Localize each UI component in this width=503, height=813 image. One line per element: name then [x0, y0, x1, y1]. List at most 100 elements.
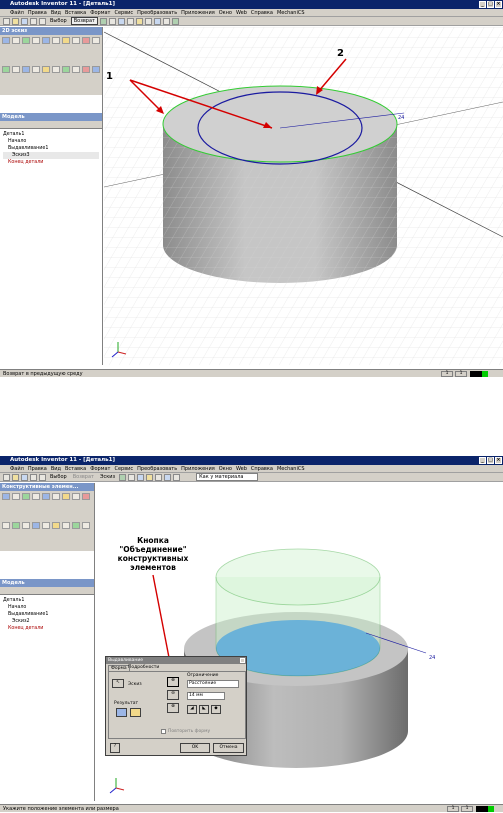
thread-icon[interactable]: [82, 493, 90, 500]
rib-icon[interactable]: [42, 493, 50, 500]
maximize-button[interactable]: □: [487, 457, 494, 464]
undo-icon[interactable]: [30, 473, 37, 481]
constraint-icon[interactable]: [52, 66, 60, 73]
pan-icon[interactable]: [128, 473, 136, 481]
circle-icon[interactable]: [22, 37, 30, 44]
hole-icon[interactable]: [22, 493, 30, 500]
camera-icon[interactable]: [173, 473, 181, 481]
maximize-button[interactable]: □: [487, 1, 494, 8]
sketch-icon[interactable]: [99, 17, 107, 25]
insert-image-icon[interactable]: [82, 66, 90, 73]
return-button[interactable]: Возврат: [70, 17, 98, 25]
offset-icon[interactable]: [92, 37, 100, 44]
tree-item[interactable]: Деталь1: [3, 131, 99, 138]
rotate-icon[interactable]: [137, 473, 145, 481]
tree-item[interactable]: Конец детали: [3, 159, 99, 166]
shell-icon[interactable]: [32, 493, 40, 500]
menu-format[interactable]: Формат: [90, 466, 110, 472]
intersect-button[interactable]: ⊗: [167, 703, 179, 713]
return-button[interactable]: Возврат: [71, 474, 96, 480]
material-dropdown[interactable]: Как у материала: [196, 473, 259, 481]
menu-format[interactable]: Формат: [90, 10, 110, 16]
look-at-icon[interactable]: [146, 473, 154, 481]
browser-title[interactable]: Модель: [0, 579, 94, 587]
look-at-icon[interactable]: [135, 17, 143, 25]
menu-web[interactable]: Web: [236, 466, 247, 472]
help-button[interactable]: ?: [110, 743, 120, 753]
ok-button[interactable]: OK: [180, 743, 210, 753]
tab-details[interactable]: Подробности: [126, 665, 161, 670]
save-icon[interactable]: [21, 473, 28, 481]
tree-item[interactable]: Выдавливание1: [3, 145, 99, 152]
line-icon[interactable]: [2, 37, 10, 44]
menu-insert[interactable]: Вставка: [65, 466, 86, 472]
dimension-value[interactable]: 24: [429, 655, 435, 661]
tree-item[interactable]: Эскиз3: [3, 152, 99, 159]
fillet-icon[interactable]: [52, 37, 60, 44]
update-icon[interactable]: [171, 17, 179, 25]
redo-icon[interactable]: [39, 17, 46, 25]
shaded-icon[interactable]: [155, 473, 163, 481]
menu-edit[interactable]: Правка: [28, 10, 47, 16]
cancel-button[interactable]: Отмена: [213, 743, 244, 753]
save-icon[interactable]: [21, 17, 28, 25]
browser-title[interactable]: Модель: [0, 113, 102, 121]
surface-output-button[interactable]: [130, 708, 141, 717]
menu-window[interactable]: Окно: [219, 466, 232, 472]
project-icon[interactable]: [72, 66, 80, 73]
menu-mechanics[interactable]: MechaniCS: [277, 10, 305, 16]
show-constraints-icon[interactable]: [62, 66, 70, 73]
polygon-icon[interactable]: [72, 37, 80, 44]
work-axis-icon[interactable]: [72, 522, 80, 529]
menu-applications[interactable]: Приложения: [181, 466, 215, 472]
face-draft-icon[interactable]: [22, 522, 30, 529]
tree-item[interactable]: Эскиз2: [3, 618, 91, 625]
pattern-icon[interactable]: [42, 522, 50, 529]
menu-convert[interactable]: Преобразовать: [137, 466, 177, 472]
revolve-icon[interactable]: [12, 493, 20, 500]
menu-help[interactable]: Справка: [251, 10, 273, 16]
tree-item[interactable]: Деталь1: [3, 597, 91, 604]
close-button[interactable]: ×: [495, 457, 502, 464]
new-icon[interactable]: [3, 17, 10, 25]
graphics-window[interactable]: 24 1 2: [104, 27, 503, 365]
minimize-button[interactable]: _: [479, 457, 486, 464]
rectangle-icon[interactable]: [42, 37, 50, 44]
rotate-icon[interactable]: [126, 17, 134, 25]
direction-1-button[interactable]: ◢: [187, 705, 197, 714]
move-icon[interactable]: [32, 66, 40, 73]
menu-window[interactable]: Окно: [219, 10, 232, 16]
open-icon[interactable]: [12, 473, 19, 481]
open-icon[interactable]: [12, 17, 19, 25]
extend-icon[interactable]: [12, 66, 20, 73]
menu-help[interactable]: Справка: [251, 466, 273, 472]
select-button[interactable]: Выбор: [48, 474, 69, 480]
undo-icon[interactable]: [30, 17, 37, 25]
menu-tools[interactable]: Сервис: [114, 10, 133, 16]
dimension-value[interactable]: 24: [398, 115, 404, 121]
camera-icon[interactable]: [162, 17, 170, 25]
display-icon[interactable]: [153, 17, 161, 25]
new-icon[interactable]: [3, 473, 10, 481]
mirror-icon[interactable]: [82, 37, 90, 44]
loft-icon[interactable]: [52, 493, 60, 500]
spline-icon[interactable]: [12, 37, 20, 44]
panel-title[interactable]: Конструктивные элемен...: [0, 483, 94, 491]
zoom-icon[interactable]: [119, 473, 127, 481]
dimension-icon[interactable]: [2, 66, 10, 73]
work-plane-icon[interactable]: [62, 522, 70, 529]
point-icon[interactable]: [62, 37, 70, 44]
menu-web[interactable]: Web: [236, 10, 247, 16]
extrude-icon[interactable]: [2, 493, 10, 500]
menu-edit[interactable]: Правка: [28, 466, 47, 472]
distance-field[interactable]: 14 мм: [187, 692, 225, 700]
limit-dropdown[interactable]: Расстояние: [187, 680, 239, 688]
tree-item[interactable]: Выдавливание1: [3, 611, 91, 618]
menu-file[interactable]: Файл: [10, 466, 24, 472]
redo-icon[interactable]: [39, 473, 46, 481]
menu-mechanics[interactable]: MechaniCS: [277, 466, 305, 472]
parameters-icon[interactable]: [92, 66, 100, 73]
menu-file[interactable]: Файл: [10, 10, 24, 16]
direction-2-button[interactable]: ◣: [199, 705, 209, 714]
join-button[interactable]: ⊕: [167, 677, 179, 687]
